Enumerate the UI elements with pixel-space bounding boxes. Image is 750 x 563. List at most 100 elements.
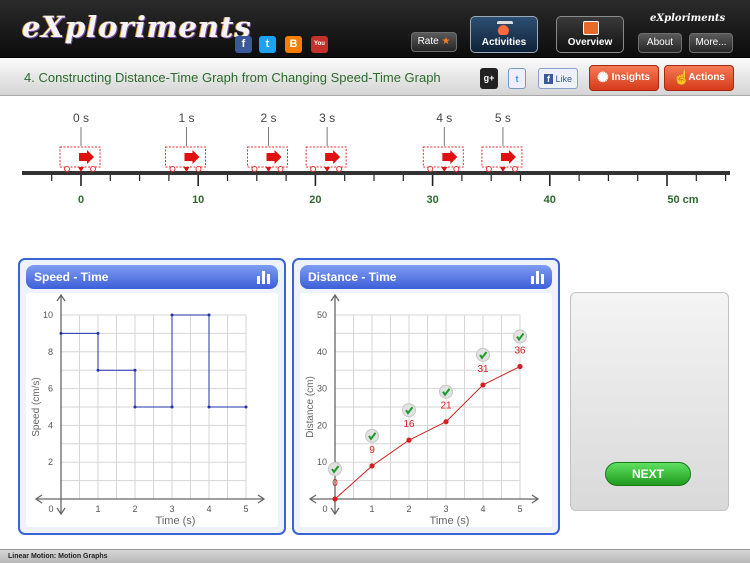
activities-label: Activities <box>481 37 527 48</box>
facebook-icon[interactable]: f <box>235 36 252 53</box>
motion-track: 0 10 20 30 40 50 cm 0 s 1 s 2 s 3 s 4 s 5 s <box>0 96 750 246</box>
overview-label: Overview <box>567 37 613 48</box>
like-label: Like <box>555 74 573 84</box>
cart-time-label: 0 s <box>73 111 89 125</box>
data-point <box>332 496 338 502</box>
point-value-label: 31 <box>477 364 489 375</box>
star-icon: ★ <box>441 36 451 47</box>
check-icon-bg <box>402 403 416 418</box>
cart-wheel <box>336 166 343 172</box>
cart-wheel <box>251 166 258 172</box>
speed-plot-area: 0 1 2 3 4 5 2 4 6 8 10 Time (s) Speed (cm/s) <box>26 293 278 527</box>
overview-tab[interactable]: Overview <box>556 16 624 53</box>
cart-wheel <box>485 166 492 172</box>
distance-time-chart: 0 1 2 3 4 5 10 20 30 40 50 Time (s) Distance (cm) 0 9 1… <box>305 293 540 527</box>
x-tick-label: 1 <box>95 504 100 514</box>
bar-chart-icon[interactable] <box>256 269 272 284</box>
x-tick-label: 2 <box>406 504 411 514</box>
x-tick-label: 2 <box>132 504 137 514</box>
data-point <box>406 437 412 443</box>
cart-marker <box>305 146 347 172</box>
actions-button[interactable]: ☝ Actions <box>664 65 734 91</box>
insights-label: Insights <box>611 72 650 83</box>
cart-wheel <box>195 166 202 172</box>
footer-caption: Linear Motion: Motion Graphs <box>0 549 750 563</box>
data-point <box>96 368 100 372</box>
check-icon-bg <box>476 347 490 362</box>
x-tick-label: 1 <box>369 504 374 514</box>
x-tick-label: 4 <box>206 504 211 514</box>
y-tick-label: 10 <box>317 457 327 467</box>
check-badge <box>439 384 453 399</box>
rate-button[interactable]: Rate ★ <box>411 32 457 52</box>
more-button[interactable]: More... <box>689 33 733 53</box>
ruler-tick-label: 40 <box>544 194 556 206</box>
cart-marker <box>164 146 206 172</box>
point-value-label: 36 <box>514 346 526 357</box>
next-button[interactable]: NEXT <box>605 462 691 486</box>
actions-label: Actions <box>688 72 725 83</box>
rate-label: Rate <box>417 36 439 47</box>
cart-marker <box>481 146 523 172</box>
cart-marker <box>59 146 101 172</box>
facebook-like-button[interactable]: f Like <box>538 68 578 89</box>
speed-time-chart: 0 1 2 3 4 5 2 4 6 8 10 Time (s) Speed (cm/s) <box>31 293 266 527</box>
point-value-label: 16 <box>403 419 415 430</box>
app-window: eXploriments f t B You Rate ★ Activities Ov… <box>0 0 750 563</box>
youtube-icon[interactable]: You <box>311 36 328 53</box>
data-point <box>96 331 100 335</box>
y-tick-label: 4 <box>48 420 53 430</box>
track-ruler: 0 10 20 30 40 50 cm 0 s 1 s 2 s 3 s 4 s 5 s <box>22 111 730 206</box>
hand-pointer-icon: ☝ <box>673 69 691 85</box>
point-value-label: 0 <box>332 478 338 489</box>
data-point <box>443 419 449 425</box>
x-axis-label: Time (s) <box>430 515 470 527</box>
check-badge <box>402 403 416 418</box>
blogger-icon[interactable]: B <box>285 36 302 53</box>
check-badge <box>365 428 379 443</box>
about-button[interactable]: About <box>638 33 682 53</box>
speed-panel-header: Speed - Time <box>26 265 278 289</box>
x-tick-label: 0 <box>48 504 53 514</box>
insights-button[interactable]: ✺ Insights <box>589 65 659 91</box>
y-tick-label: 30 <box>317 384 327 394</box>
cart-time-label: 2 s <box>261 111 277 125</box>
y-tick-label: 10 <box>43 310 53 320</box>
check-badge <box>513 329 527 344</box>
cart-wheel <box>427 166 434 172</box>
point-value-label: 9 <box>369 445 375 456</box>
bar-chart-icon[interactable] <box>530 269 546 284</box>
x-axis-label: Time (s) <box>156 515 196 527</box>
x-tick-label: 5 <box>517 504 522 514</box>
distance-time-panel: Distance - Time 0 1 2 3 4 5 10 20 30 40 50 Time (s)… <box>292 258 560 535</box>
data-point <box>170 405 174 409</box>
y-axis-label: Speed (cm/s) <box>31 377 42 436</box>
cart-marker <box>422 146 464 172</box>
cart-time-label: 1 s <box>178 111 194 125</box>
data-point <box>207 313 211 317</box>
y-axis-label: Distance (cm) <box>305 376 316 438</box>
cart-wheel <box>90 166 96 172</box>
distance-plot-area: 0 1 2 3 4 5 10 20 30 40 50 Time (s) Distance (cm) 0 9 1… <box>300 293 552 527</box>
track-line <box>22 171 730 175</box>
ruler-tick-label: 50 cm <box>667 194 698 206</box>
x-tick-label: 5 <box>243 504 248 514</box>
check-badge <box>328 462 342 476</box>
data-point <box>207 405 211 409</box>
google-plus-button[interactable]: g+ <box>480 68 498 89</box>
twitter-icon[interactable]: t <box>259 36 276 53</box>
cart-marker <box>247 146 289 172</box>
activities-tab[interactable]: Activities <box>470 16 538 53</box>
x-tick-label: 3 <box>169 504 174 514</box>
data-point <box>133 405 137 409</box>
app-logo: eXploriments <box>22 10 252 44</box>
cart-time-label: 3 s <box>319 111 335 125</box>
y-tick-label: 50 <box>317 310 327 320</box>
top-bar: eXploriments f t B You Rate ★ Activities Ov… <box>0 0 750 58</box>
x-tick-label: 0 <box>322 504 327 514</box>
cart-wheel <box>453 166 460 172</box>
y-tick-label: 6 <box>48 384 53 394</box>
twitter-share-button[interactable]: t <box>508 68 526 89</box>
cart-wheel <box>64 166 70 172</box>
y-tick-label: 20 <box>317 420 327 430</box>
